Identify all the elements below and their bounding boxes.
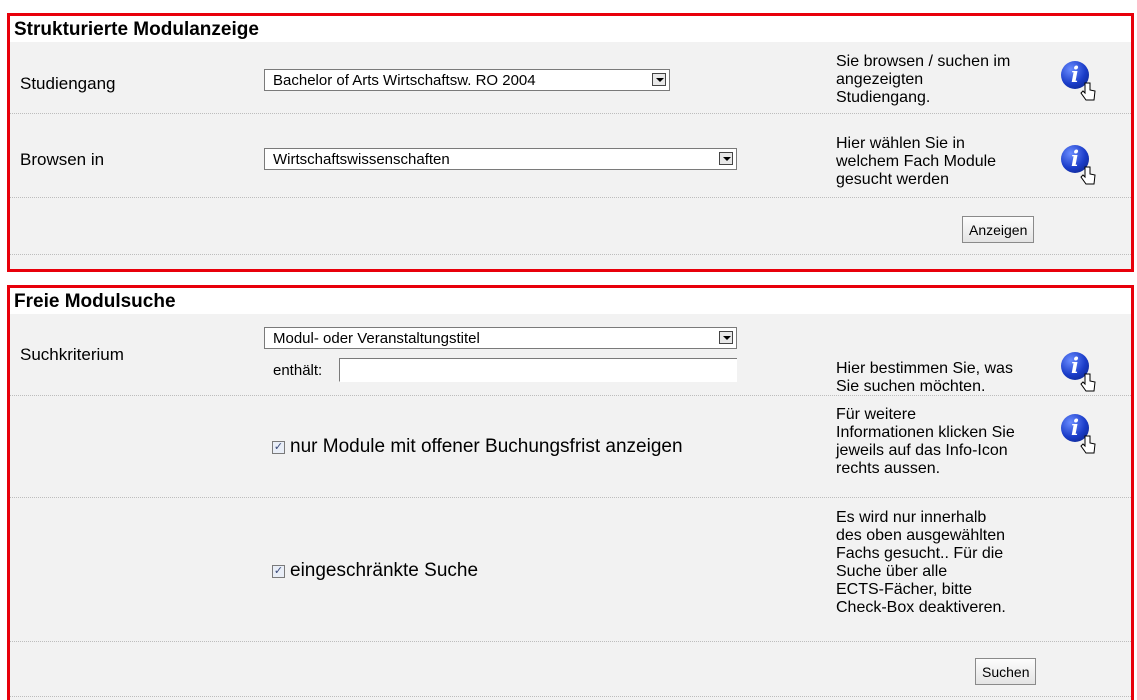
help-line: Informationen klicken Sie [836,424,1015,441]
browsen-row: Browsen in Wirtschaftswissenschaften Hie… [10,114,1131,198]
panel-title: Strukturierte Modulanzeige [10,16,1131,42]
hand-pointer-icon [1080,82,1096,101]
suchen-row: Suchen [10,642,1131,697]
help-line: Sie browsen / suchen im [836,53,1011,70]
help-line: Hier wählen Sie in [836,135,965,152]
studiengang-row: Studiengang Bachelor of Arts Wirtschafts… [10,42,1131,114]
structured-module-panel: Strukturierte Modulanzeige Studiengang B… [7,13,1134,272]
hand-pointer-icon [1080,373,1096,392]
suchkriterium-select[interactable]: Modul- oder Veranstaltungstitel [264,327,737,349]
help-line: jeweils auf das Info-Icon [836,442,1008,459]
studiengang-select-value: Bachelor of Arts Wirtschaftsw. RO 2004 [273,72,536,89]
help-line: Es wird nur innerhalb [836,509,987,526]
anzeigen-row: Anzeigen [10,198,1131,255]
studiengang-select[interactable]: Bachelor of Arts Wirtschaftsw. RO 2004 [264,69,670,91]
restricted-search-label: eingeschränkte Suche [290,560,479,581]
help-line: Fachs gesucht.. Für die [836,545,1004,562]
browsen-select-value: Wirtschaftswissenschaften [273,151,450,168]
help-line: Sie suchen möchten. [836,378,986,395]
browsen-label: Browsen in [20,150,105,169]
restricted-search-row: ✓ eingeschränkte Suche Es wird nur inner… [10,498,1131,642]
help-line: ECTS-Fächer, bitte [836,581,973,598]
restricted-search-help: Es wird nur innerhalb des oben ausgewähl… [836,509,1006,617]
chevron-down-icon [719,331,733,344]
studiengang-help: Sie browsen / suchen im angezeigten Stud… [836,53,1010,107]
contains-label: enthält: [273,362,323,379]
help-line: Suche über alle [836,563,948,580]
browsen-help: Hier wählen Sie in welchem Fach Module g… [836,135,996,189]
help-line: angezeigten [836,71,924,88]
open-booking-label: nur Module mit offener Buchungsfrist anz… [290,436,683,457]
help-line: rechts aussen. [836,460,941,477]
browsen-select[interactable]: Wirtschaftswissenschaften [264,148,737,170]
help-line: welchem Fach Module [836,153,997,170]
restricted-search-checkbox[interactable]: ✓ [272,565,285,578]
studiengang-label: Studiengang [20,74,116,93]
suchkriterium-row: Suchkriterium Modul- oder Veranstaltungs… [10,314,1131,396]
open-booking-checkbox[interactable]: ✓ [272,441,285,454]
chevron-down-icon [719,152,733,165]
hand-pointer-icon [1080,166,1096,185]
hand-pointer-icon [1080,435,1096,454]
help-line: Studiengang. [836,89,931,106]
help-line: Für weitere [836,406,917,423]
help-line: des oben ausgewählten [836,527,1006,544]
panel-title: Freie Modulsuche [10,288,1131,314]
help-line: gesucht werden [836,171,949,188]
suchen-button[interactable]: Suchen [975,658,1037,685]
anzeigen-button[interactable]: Anzeigen [962,216,1035,243]
free-module-search-panel: Freie Modulsuche Suchkriterium Modul- od… [7,285,1134,700]
open-booking-help: Für weitere Informationen klicken Sie je… [836,406,1015,478]
open-booking-row: ✓ nur Module mit offener Buchungsfrist a… [10,396,1131,498]
search-text-input[interactable] [339,358,737,382]
suchkriterium-label: Suchkriterium [20,345,124,364]
chevron-down-icon [652,73,666,86]
help-line: Hier bestimmen Sie, was [836,360,1013,377]
suchkriterium-select-value: Modul- oder Veranstaltungstitel [273,330,480,347]
suchkriterium-help: Hier bestimmen Sie, was Sie suchen möcht… [836,360,1013,396]
help-line: Check-Box deaktiveren. [836,599,1006,616]
